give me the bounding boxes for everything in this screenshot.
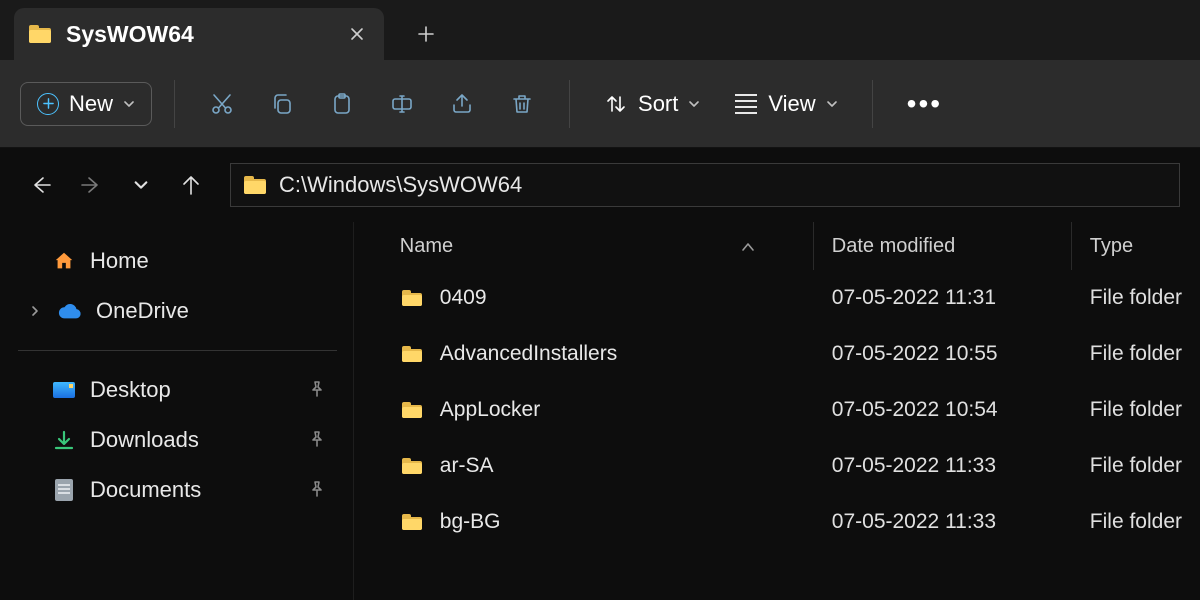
file-type: File folder: [1090, 342, 1182, 365]
file-name: bg-BG: [440, 510, 501, 534]
folder-icon: [243, 173, 267, 197]
new-tab-button[interactable]: [404, 12, 448, 56]
share-button[interactable]: [437, 79, 487, 129]
cloud-icon: [58, 299, 82, 323]
file-rows: 040907-05-2022 11:31File folderAdvancedI…: [354, 270, 1200, 550]
sidebar-item-documents[interactable]: Documents: [12, 465, 343, 515]
window-tab[interactable]: SysWOW64: [14, 8, 384, 60]
table-row[interactable]: 0409 07-05-2022 11:31 File folder: [354, 270, 1200, 326]
paste-button[interactable]: [317, 79, 367, 129]
forward-button[interactable]: [70, 164, 112, 206]
pin-icon: [309, 477, 325, 503]
sort-button[interactable]: Sort: [592, 83, 712, 125]
download-icon: [52, 428, 76, 452]
file-date: 07-05-2022 11:31: [832, 286, 996, 309]
file-type: File folder: [1090, 454, 1182, 477]
sidebar-item-label: Desktop: [90, 377, 171, 403]
sidebar-item-label: Downloads: [90, 427, 199, 453]
file-type: File folder: [1090, 286, 1182, 309]
sidebar-item-label: OneDrive: [96, 298, 189, 324]
new-button-label: New: [69, 91, 113, 117]
file-type: File folder: [1090, 398, 1182, 421]
file-date: 07-05-2022 11:33: [832, 510, 996, 533]
nav-row: [0, 148, 1200, 222]
column-header-type[interactable]: Type: [1072, 222, 1200, 270]
file-name: ar-SA: [440, 454, 494, 478]
sidebar-item-label: Home: [90, 248, 149, 274]
sidebar-item-home[interactable]: Home: [12, 236, 343, 286]
more-button[interactable]: •••: [895, 80, 954, 128]
cut-button[interactable]: [197, 79, 247, 129]
chevron-down-icon: [688, 98, 700, 110]
up-button[interactable]: [170, 164, 212, 206]
column-header-name[interactable]: Name: [354, 222, 814, 270]
rename-button[interactable]: [377, 79, 427, 129]
file-name: AppLocker: [440, 398, 540, 422]
home-icon: [52, 249, 76, 273]
folder-icon: [400, 510, 424, 534]
separator: [18, 350, 337, 351]
view-button[interactable]: View: [722, 83, 849, 125]
tab-strip: SysWOW64: [0, 0, 1200, 60]
sidebar: Home OneDrive Desktop Downloads: [0, 222, 353, 600]
sidebar-item-label: Documents: [90, 477, 201, 503]
column-headers: Name Date modified Type: [354, 222, 1200, 270]
column-label: Name: [400, 235, 453, 258]
table-row[interactable]: AdvancedInstallers 07-05-2022 10:55 File f…: [354, 326, 1200, 382]
folder-icon: [400, 342, 424, 366]
file-date: 07-05-2022 10:55: [832, 342, 998, 365]
tab-title: SysWOW64: [66, 21, 194, 48]
folder-icon: [400, 398, 424, 422]
file-type: File folder: [1090, 510, 1182, 533]
sidebar-item-onedrive[interactable]: OneDrive: [12, 286, 343, 336]
folder-icon: [400, 454, 424, 478]
sort-asc-icon: [741, 235, 795, 258]
pin-icon: [309, 427, 325, 453]
column-label: Type: [1090, 235, 1133, 258]
address-input[interactable]: [279, 172, 1167, 198]
delete-button[interactable]: [497, 79, 547, 129]
desktop-icon: [52, 378, 76, 402]
chevron-down-icon: [123, 98, 135, 110]
file-name: AdvancedInstallers: [440, 342, 617, 366]
separator: [872, 80, 873, 128]
table-row[interactable]: bg-BG 07-05-2022 11:33 File folder: [354, 494, 1200, 550]
sidebar-item-downloads[interactable]: Downloads: [12, 415, 343, 465]
sidebar-item-desktop[interactable]: Desktop: [12, 365, 343, 415]
copy-button[interactable]: [257, 79, 307, 129]
document-icon: [52, 478, 76, 502]
back-button[interactable]: [20, 164, 62, 206]
separator: [569, 80, 570, 128]
view-icon: [734, 92, 758, 116]
column-label: Date modified: [832, 235, 955, 258]
sort-button-label: Sort: [638, 91, 678, 117]
sort-icon: [604, 92, 628, 116]
file-name: 0409: [440, 286, 487, 310]
close-tab-button[interactable]: [348, 25, 366, 43]
new-button[interactable]: New: [20, 82, 152, 126]
recent-locations-button[interactable]: [120, 164, 162, 206]
toolbar: New Sort View •••: [0, 60, 1200, 148]
chevron-down-icon: [826, 98, 838, 110]
file-date: 07-05-2022 11:33: [832, 454, 996, 477]
file-date: 07-05-2022 10:54: [832, 398, 998, 421]
chevron-right-icon: [26, 305, 44, 317]
separator: [174, 80, 175, 128]
column-header-date[interactable]: Date modified: [814, 222, 1072, 270]
folder-icon: [400, 286, 424, 310]
file-pane: Name Date modified Type 0409 07-05-2022 1…: [353, 222, 1200, 600]
address-bar[interactable]: [230, 163, 1180, 207]
view-button-label: View: [768, 91, 815, 117]
table-row[interactable]: AppLocker 07-05-2022 10:54 File folder: [354, 382, 1200, 438]
pin-icon: [309, 377, 325, 403]
ellipsis-icon: •••: [907, 88, 942, 120]
folder-icon: [28, 22, 52, 46]
plus-circle-icon: [37, 93, 59, 115]
table-row[interactable]: ar-SA 07-05-2022 11:33 File folder: [354, 438, 1200, 494]
